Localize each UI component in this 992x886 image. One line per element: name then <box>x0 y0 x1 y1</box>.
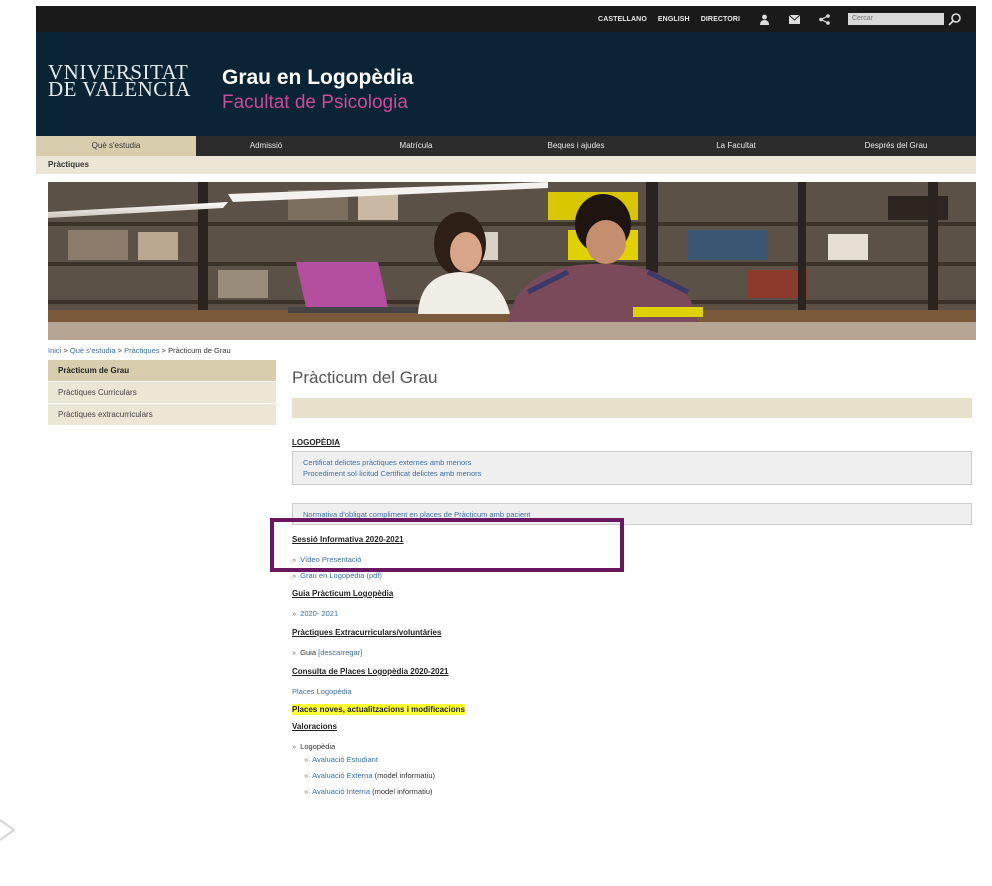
directory-link[interactable]: DIRECTORI <box>701 16 740 23</box>
guia-2020-2021-link[interactable]: 2020- 2021 <box>300 609 338 618</box>
user-icon[interactable] <box>758 13 770 25</box>
list-item: » Avaluació Externa (model informatiu) <box>292 770 972 781</box>
list-item: Places noves, actualitzacions i modifica… <box>292 704 972 715</box>
university-logo[interactable]: VNIVERSITAT DE VALÈNCIA <box>48 62 191 101</box>
lang-english-link[interactable]: ENGLISH <box>658 16 690 23</box>
avaluacio-interna-link[interactable]: Avaluació Interna <box>312 787 370 796</box>
list-item: Places Logopèdia <box>292 686 972 696</box>
bullet-glyph: » <box>304 787 309 796</box>
highlight-frame <box>270 518 624 572</box>
nav-item-la-facultat[interactable]: La Facultat <box>656 136 816 156</box>
list-item: » Guia [descarregar] <box>292 647 972 658</box>
list-item: » 2020- 2021 <box>292 608 972 619</box>
site-header: VNIVERSITAT DE VALÈNCIA Grau en Logopèdi… <box>36 32 976 136</box>
procediment-certificat-link[interactable]: Procediment sol·licitud Certificat delic… <box>303 469 481 478</box>
sidebar-item-practiques-extracurriculars[interactable]: Pràctiques extracurriculars <box>48 404 276 426</box>
bullet-glyph: » <box>304 755 309 764</box>
places-noves-highlight[interactable]: Places noves, actualitzacions i modifica… <box>292 704 465 715</box>
breadcrumb-inici[interactable]: Inici <box>48 346 61 355</box>
page: CASTELLANO ENGLISH DIRECTORI VNIVERSITAT… <box>36 6 976 878</box>
bullet-glyph: » <box>292 742 297 751</box>
breadcrumb-current: Pràcticum de Grau <box>168 346 231 355</box>
descarregar-link[interactable]: [descarregar] <box>318 648 362 657</box>
title-bar <box>292 398 972 418</box>
model-informatiu-note: (model informatiu) <box>372 771 436 780</box>
list-item: » Avaluació Interna (model informatiu) <box>292 786 972 797</box>
avaluacio-estudiant-link[interactable]: Avaluació Estudiant <box>312 755 378 764</box>
logopedia-links-box: Certificat delictes pràctiques externes … <box>292 451 972 485</box>
breadcrumb-separator: > <box>117 346 123 355</box>
search-icon[interactable] <box>948 12 962 26</box>
avaluacio-externa-link[interactable]: Avaluació Externa <box>312 771 372 780</box>
bullet-glyph: » <box>292 571 297 580</box>
nav-item-beques[interactable]: Beques i ajudes <box>496 136 656 156</box>
nav-item-que-sestudia[interactable]: Què s'estudia <box>36 136 196 156</box>
share-icon[interactable] <box>818 13 830 25</box>
valoracions-heading: Valoracions <box>292 722 337 731</box>
breadcrumb-separator: > <box>161 346 167 355</box>
main-content: Pràcticum del Grau LOGOPÈDIA Certificat … <box>292 358 972 797</box>
sub-nav-practiques[interactable]: Pràctiques <box>36 156 976 174</box>
banner-image <box>48 182 976 340</box>
top-bar: CASTELLANO ENGLISH DIRECTORI <box>36 6 976 32</box>
content-area: Pràcticum de Grau Pràctiques Curriculars… <box>36 358 976 878</box>
bullet-glyph: » <box>292 609 297 618</box>
list-item: » Logopèdia <box>292 741 972 752</box>
breadcrumb: Inici > Què s'estudia > Pràctiques > Prà… <box>48 346 976 358</box>
sidebar-item-practiques-curriculars[interactable]: Pràctiques Curriculars <box>48 382 276 404</box>
model-informatiu-note: (model informatiu) <box>370 787 433 796</box>
site-title[interactable]: Grau en Logopèdia <box>222 66 413 90</box>
grau-logopedia-pdf-link[interactable]: Grau en Logopèdia (pdf) <box>300 571 382 580</box>
nav-item-matricula[interactable]: Matrícula <box>336 136 496 156</box>
sidebar-item-practicum-de-grau[interactable]: Pràcticum de Grau <box>48 360 276 382</box>
bullet-glyph: » <box>292 648 297 657</box>
bullet-glyph: » <box>304 771 309 780</box>
places-logopedia-link[interactable]: Places Logopèdia <box>292 687 352 696</box>
nav-item-admissio[interactable]: Admissió <box>196 136 336 156</box>
valoracions-logopedia-label: Logopèdia <box>300 742 336 751</box>
breadcrumb-practiques[interactable]: Pràctiques <box>124 346 159 355</box>
consulta-places-heading: Consulta de Places Logopèdia 2020-2021 <box>292 667 449 676</box>
certificat-delictes-link[interactable]: Certificat delictes pràctiques externes … <box>303 458 471 467</box>
nav-item-despres-del-grau[interactable]: Després del Grau <box>816 136 976 156</box>
guia-label: Guia <box>300 648 317 657</box>
logopedia-heading: LOGOPÈDIA <box>292 438 341 447</box>
main-nav: Què s'estudia Admissió Matrícula Beques … <box>36 136 976 156</box>
guia-practicum-heading: Guia Pràcticum Logopèdia <box>292 589 394 598</box>
decorative-mark <box>0 819 16 841</box>
practiques-extracurriculars-heading: Pràctiques Extracurriculars/voluntàries <box>292 628 442 637</box>
list-item: » Avaluació Estudiant <box>292 754 972 765</box>
lang-castellano-link[interactable]: CASTELLANO <box>598 16 647 23</box>
sidebar: Pràcticum de Grau Pràctiques Curriculars… <box>48 360 276 426</box>
mail-icon[interactable] <box>788 13 800 25</box>
logo-line-2: DE VALÈNCIA <box>48 77 191 101</box>
breadcrumb-separator: > <box>63 346 68 355</box>
breadcrumb-que-sestudia[interactable]: Què s'estudia <box>70 346 116 355</box>
page-title: Pràcticum del Grau <box>292 368 438 387</box>
search-input[interactable] <box>848 13 944 25</box>
site-subtitle[interactable]: Facultat de Psicologia <box>222 92 408 114</box>
